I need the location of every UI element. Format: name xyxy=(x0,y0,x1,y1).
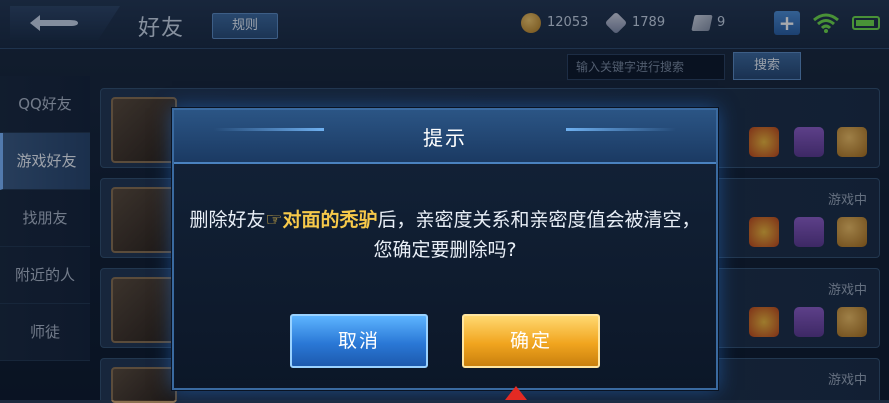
confirm-dialog: 提示 删除好友☞对面的秃驴后，亲密度关系和亲密度值会被清空，您确定要删除吗? 取… xyxy=(172,108,718,390)
message-prefix: 删除好友 xyxy=(189,209,266,231)
confirm-button[interactable]: 确定 xyxy=(462,314,600,368)
pointer-hand-icon: ☞ xyxy=(265,209,283,231)
cancel-button[interactable]: 取消 xyxy=(290,314,428,368)
friend-name: 对面的秃驴 xyxy=(282,209,378,231)
dialog-message: 删除好友☞对面的秃驴后，亲密度关系和亲密度值会被清空，您确定要删除吗? xyxy=(184,205,706,265)
message-suffix: 后，亲密度关系和亲密度值会被清空，您确定要删除吗? xyxy=(373,209,701,261)
dialog-header: 提示 xyxy=(174,110,716,164)
pointer-arrow-icon xyxy=(505,386,527,400)
dialog-title: 提示 xyxy=(423,126,467,150)
